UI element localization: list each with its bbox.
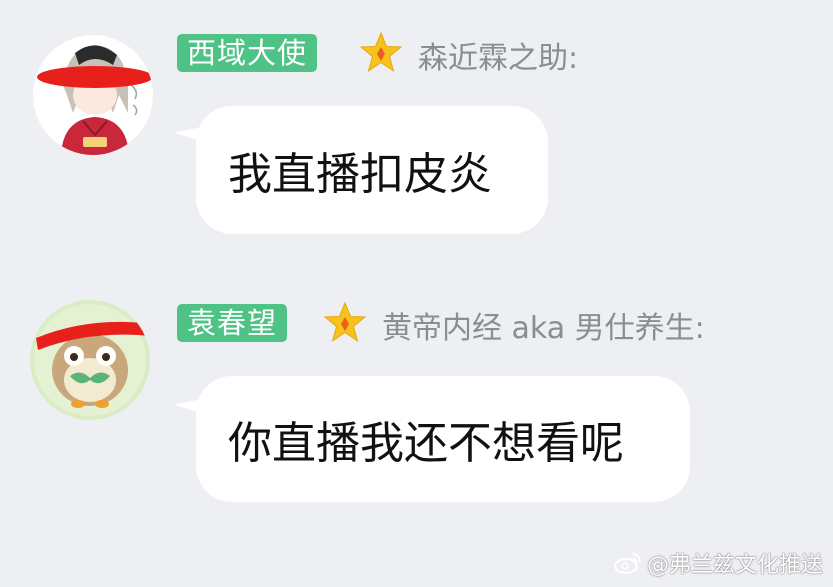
- avatar[interactable]: [33, 35, 153, 155]
- message-text: 我直播扣皮炎: [228, 149, 492, 200]
- message-bubble[interactable]: 你直播我还不想看呢: [196, 376, 690, 502]
- watermark: @弗兰兹文化推送: [613, 547, 823, 579]
- star-icon: [359, 31, 403, 73]
- watermark-text: @弗兰兹文化推送: [646, 553, 823, 578]
- message-bubble[interactable]: 我直播扣皮炎: [196, 106, 548, 234]
- sender-name[interactable]: 森近霖之助:: [418, 33, 578, 77]
- avatar[interactable]: [30, 300, 150, 420]
- star-icon: [323, 301, 367, 343]
- weibo-icon: [613, 553, 641, 574]
- member-badge[interactable]: 袁春望: [177, 304, 288, 342]
- message-text: 你直播我还不想看呢: [228, 418, 624, 469]
- owl-avatar-icon: [30, 300, 150, 420]
- sender-name[interactable]: 黄帝内经 aka 男仕养生:: [382, 303, 705, 347]
- anime-girl-avatar-icon: [33, 35, 153, 155]
- member-badge[interactable]: 西域大使: [177, 34, 318, 72]
